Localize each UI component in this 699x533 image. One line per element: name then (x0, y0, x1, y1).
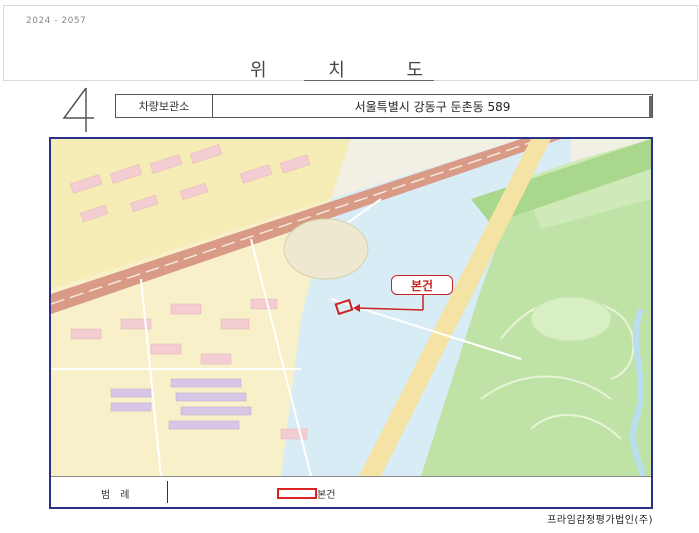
address-bar: 차량보관소 서울특별시 강동구 둔촌동 589 (115, 94, 653, 118)
north-arrow-icon (62, 87, 94, 132)
legend-divider (167, 481, 168, 503)
location-map (51, 139, 651, 476)
document-code: 2024 - 2057 (26, 16, 87, 26)
legend-title: 범례 (101, 490, 140, 501)
subject-callout-label: 본건 (391, 275, 453, 295)
legend-subject-label: 본건 (317, 490, 336, 501)
page-title: 위 치 도 (249, 60, 452, 81)
document-page: 2024 - 2057 위 치 도 차량보관소 서울특별시 강동구 둔촌동 58… (0, 0, 699, 533)
title-underline (304, 80, 434, 81)
company-name: 프라임감정평가법인(주) (547, 515, 653, 526)
subject-marker-swatch (277, 488, 317, 499)
location-map-frame: 본건 범례 본건 (49, 137, 653, 509)
address-bar-shadow (649, 96, 652, 118)
address-value: 서울특별시 강동구 둔촌동 589 (354, 99, 511, 114)
legend: 범례 본건 (51, 476, 651, 507)
address-label: 차량보관소 (116, 95, 213, 117)
header-band: 2024 - 2057 위 치 도 (3, 5, 698, 81)
